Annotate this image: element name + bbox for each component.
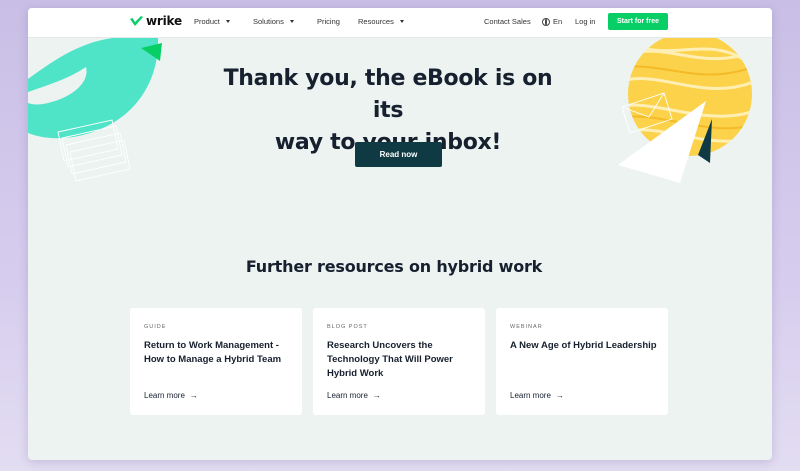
card-category: BLOG POST [327, 324, 368, 330]
resource-card-webinar[interactable]: WEBINAR A New Age of Hybrid Leadership L… [496, 308, 668, 415]
start-for-free-button[interactable]: Start for free [608, 13, 668, 30]
login-link[interactable]: Log in [575, 17, 595, 26]
nav-product[interactable]: Product [194, 17, 230, 26]
card-title[interactable]: A New Age of Hybrid Leadership [510, 339, 660, 353]
resource-card-blog[interactable]: BLOG POST Research Uncovers the Technolo… [313, 308, 485, 415]
arrow-right-icon: → [189, 391, 198, 400]
resource-card-guide[interactable]: GUIDE Return to Work Management - How to… [130, 308, 302, 415]
hero-title-line1: Thank you, the eBook is on its [223, 66, 553, 123]
card-category: GUIDE [144, 324, 167, 330]
nav-resources-label: Resources [358, 17, 394, 26]
arrow-right-icon: → [372, 391, 381, 400]
logo-text: wrike [146, 14, 182, 28]
card-title[interactable]: Return to Work Management - How to Manag… [144, 339, 294, 367]
learn-more-link[interactable]: Learn more → [327, 391, 381, 400]
wrike-logo[interactable]: wrike [130, 14, 182, 28]
decorative-left-illustration [28, 37, 162, 182]
chevron-down-icon [399, 20, 404, 23]
globe-icon [542, 17, 550, 26]
chevron-down-icon [289, 20, 294, 23]
contact-sales-label: Contact Sales [484, 17, 531, 26]
card-category: WEBINAR [510, 324, 543, 330]
learn-more-label: Learn more [327, 391, 368, 400]
language-selector[interactable]: En [542, 17, 562, 26]
language-label: En [553, 17, 563, 26]
login-label: Log in [575, 17, 596, 26]
nav-pricing-label: Pricing [317, 17, 340, 26]
learn-more-label: Learn more [510, 391, 551, 400]
wrike-check-icon [130, 16, 143, 26]
nav-solutions-label: Solutions [253, 17, 284, 26]
chevron-down-icon [225, 20, 230, 23]
nav-resources[interactable]: Resources [358, 17, 404, 26]
decorative-right-illustration [618, 37, 752, 183]
top-navbar: wrike Product Solutions Pricing Resource… [28, 8, 772, 38]
card-title[interactable]: Research Uncovers the Technology That Wi… [327, 339, 477, 381]
nav-solutions[interactable]: Solutions [253, 17, 294, 26]
browser-page: wrike Product Solutions Pricing Resource… [28, 8, 772, 460]
learn-more-label: Learn more [144, 391, 185, 400]
read-now-button[interactable]: Read now [355, 142, 442, 167]
arrow-right-icon: → [555, 391, 564, 400]
learn-more-link[interactable]: Learn more → [510, 391, 564, 400]
section-title: Further resources on hybrid work [245, 257, 543, 276]
nav-product-label: Product [194, 17, 220, 26]
nav-pricing[interactable]: Pricing [317, 17, 340, 26]
nav-contact-sales[interactable]: Contact Sales [484, 17, 531, 26]
learn-more-link[interactable]: Learn more → [144, 391, 198, 400]
